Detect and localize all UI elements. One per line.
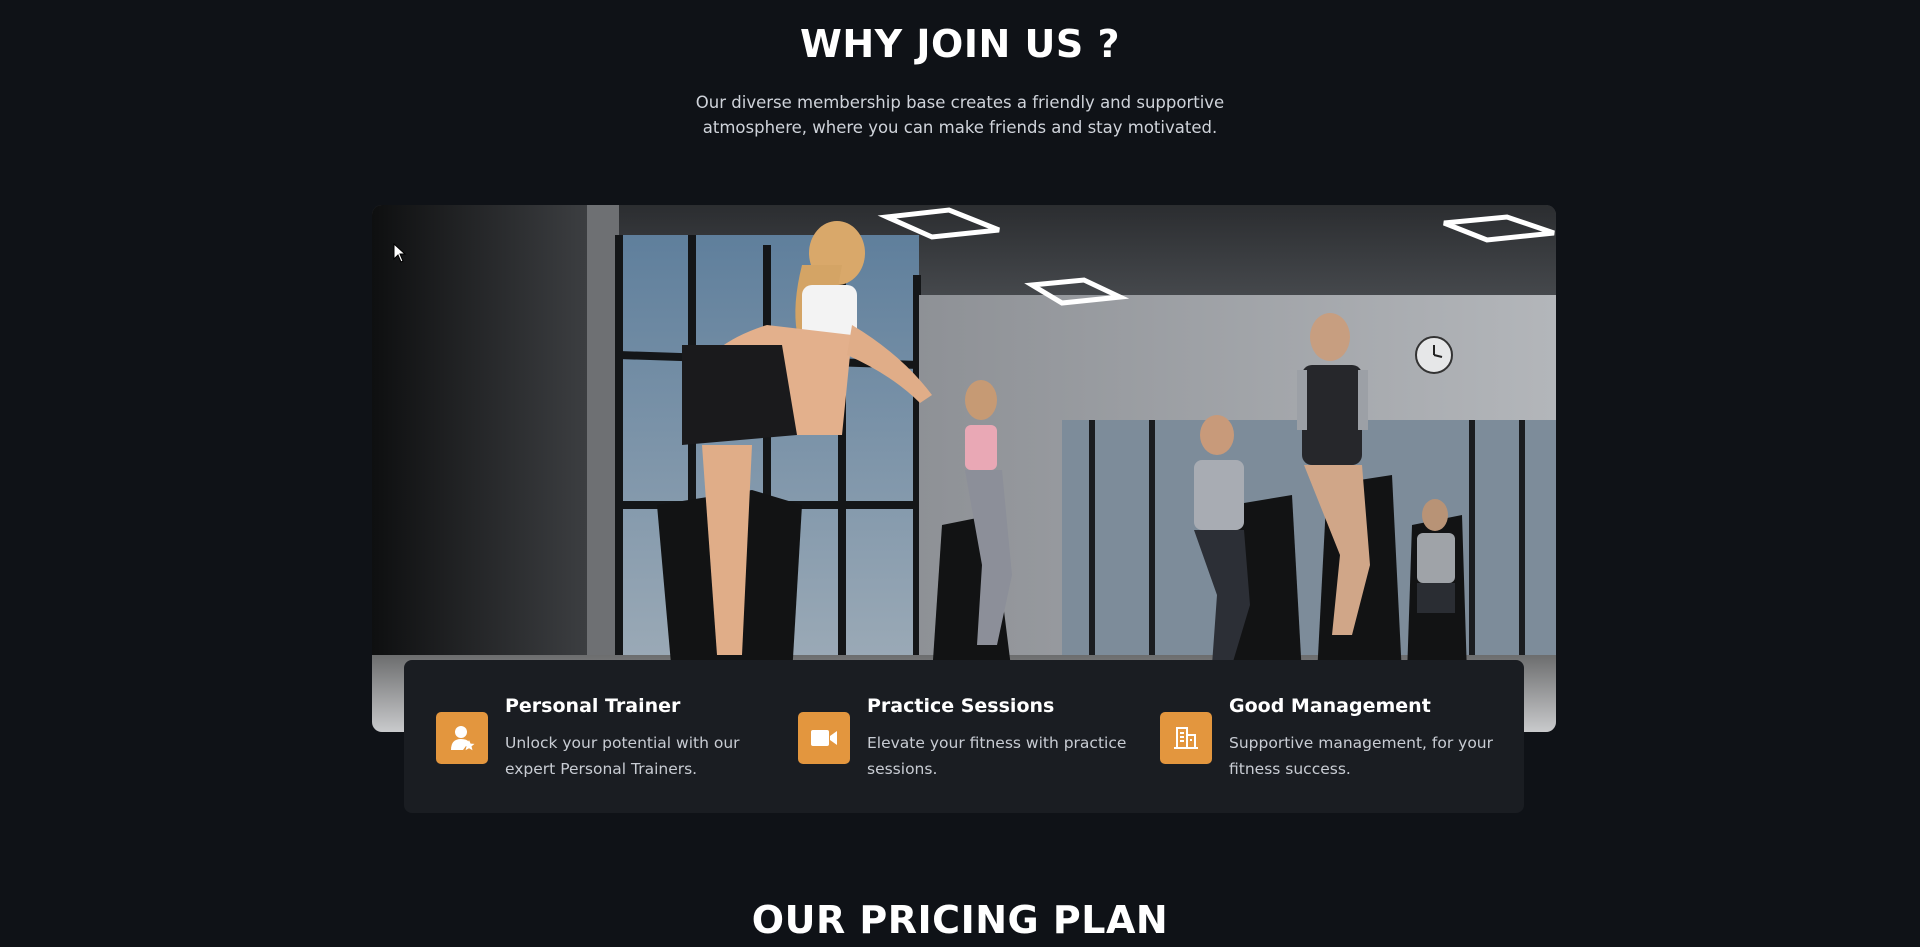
feature-description: Supportive management, for your fitness … bbox=[1229, 734, 1493, 778]
feature-good-management: Good Management Supportive management, f… bbox=[1160, 660, 1520, 813]
page: WHY JOIN US ? Our diverse membership bas… bbox=[0, 0, 1920, 947]
features-card: Personal Trainer Unlock your potential w… bbox=[404, 660, 1524, 813]
feature-description: Elevate your fitness with practice sessi… bbox=[867, 734, 1127, 778]
feature-personal-trainer: Personal Trainer Unlock your potential w… bbox=[436, 660, 796, 813]
intro-line-1: Our diverse membership base creates a fr… bbox=[695, 93, 1225, 112]
feature-description: Unlock your potential with our expert Pe… bbox=[505, 734, 740, 778]
video-camera-icon bbox=[798, 712, 850, 764]
feature-title: Personal Trainer bbox=[505, 695, 681, 717]
why-join-intro: Our diverse membership base creates a fr… bbox=[660, 90, 1260, 140]
intro-line-2: atmosphere, where you can make friends a… bbox=[702, 118, 1218, 137]
hero-gym-image bbox=[372, 205, 1556, 732]
building-icon bbox=[1160, 712, 1212, 764]
feature-title: Good Management bbox=[1229, 695, 1431, 717]
mouse-cursor-icon bbox=[393, 242, 407, 267]
feature-title: Practice Sessions bbox=[867, 695, 1055, 717]
pricing-plan-title: OUR PRICING PLAN bbox=[751, 898, 1169, 942]
feature-practice-sessions: Practice Sessions Elevate your fitness w… bbox=[798, 660, 1158, 813]
trainer-icon bbox=[436, 712, 488, 764]
why-join-title: WHY JOIN US ? bbox=[799, 22, 1121, 66]
